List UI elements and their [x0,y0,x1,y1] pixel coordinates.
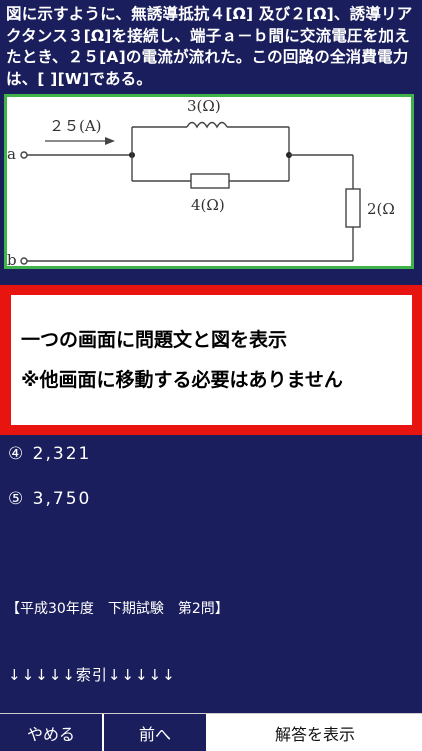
answer-option-5[interactable]: ⑤ 3,750 [8,489,91,509]
circuit-svg: a ２５(A) 3(Ω) 4(Ω) 2(Ω b [7,97,395,266]
exam-session-label: 【平成30年度 下期試験 第2問】 [6,601,229,617]
answer-value: 2,321 [32,444,92,464]
bottom-toolbar: やめる 前へ 解答を表示 [0,713,422,751]
answer-option-4[interactable]: ④ 2,321 [8,444,91,464]
info-overlay: 一つの画面に問題文と図を表示 ※他画面に移動する必要はありません [0,285,422,435]
resistor-parallel-label: 4(Ω) [191,196,225,214]
index-link[interactable]: ↓↓↓↓↓索引↓↓↓↓↓ [8,664,176,685]
overlay-line-2: ※他画面に移動する必要はありません [21,369,343,391]
resistor-series-label: 2(Ω [367,200,395,218]
answer-marker: ⑤ [8,489,26,509]
resistor-parallel-icon [190,173,230,189]
answer-marker: ④ [8,444,26,464]
overlay-line-1: 一つの画面に問題文と図を表示 [21,329,288,351]
inductor-icon [186,121,228,129]
terminal-b-label: b [7,251,17,266]
inductor-label: 3(Ω) [187,97,221,115]
terminal-b [20,257,28,265]
info-overlay-panel: 一つの画面に問題文と図を表示 ※他画面に移動する必要はありません [11,295,412,425]
current-label: ２５(A) [49,117,102,135]
circuit-diagram: a ２５(A) 3(Ω) 4(Ω) 2(Ω b [4,94,414,269]
resistor-series-icon [345,188,361,228]
answer-value: 3,750 [32,489,92,509]
terminal-a [20,151,28,159]
question-text: 図に示すように、無誘導抵抗４[Ω] 及び２[Ω]、誘導リアクタンス３[Ω]を接続… [6,5,413,88]
previous-button[interactable]: 前へ [104,714,208,751]
quit-button[interactable]: やめる [0,714,104,751]
terminal-a-label: a [7,145,16,163]
current-arrow-icon [105,137,115,145]
show-answer-button[interactable]: 解答を表示 [208,714,422,751]
